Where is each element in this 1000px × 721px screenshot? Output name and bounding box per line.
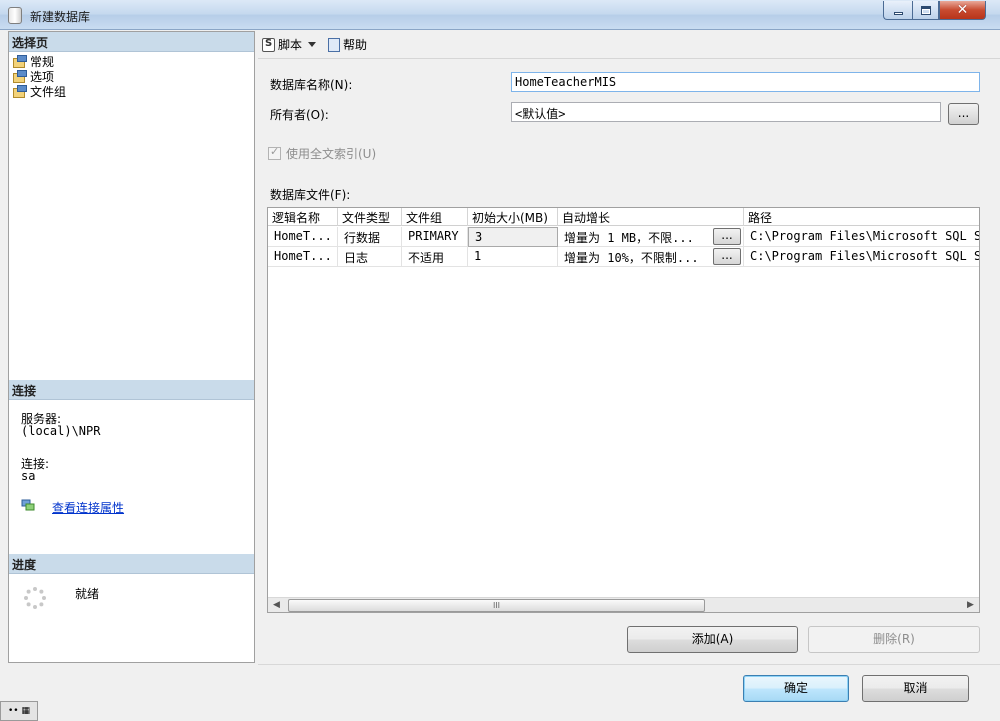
add-button[interactable]: 添加(A) — [627, 626, 798, 653]
remove-button[interactable]: 删除(R) — [808, 626, 980, 653]
progress-spinner-icon — [24, 587, 46, 609]
grid-header: 逻辑名称 文件类型 文件组 初始大小(MB) 自动增长 路径 — [268, 208, 979, 226]
db-files-grid[interactable]: 逻辑名称 文件类型 文件组 初始大小(MB) 自动增长 路径 HomeT... … — [267, 207, 980, 613]
help-button[interactable]: 帮助 — [328, 36, 367, 53]
server-value: (local)\NPR — [21, 424, 101, 438]
database-icon — [8, 7, 22, 24]
progress-header: 进度 — [9, 554, 254, 574]
column-header[interactable]: 文件组 — [402, 208, 468, 226]
column-header[interactable]: 路径 — [744, 208, 979, 226]
column-header[interactable]: 文件类型 — [338, 208, 402, 226]
script-button[interactable]: 脚本 — [262, 36, 320, 53]
ok-button[interactable]: 确定 — [743, 675, 849, 702]
connection-header: 连接 — [9, 380, 254, 400]
resize-grip-icon[interactable]: •• ▦ — [0, 701, 38, 721]
window-title: 新建数据库 — [30, 10, 91, 24]
select-page-header: 选择页 — [9, 32, 254, 52]
help-icon — [328, 37, 341, 52]
owner-browse-button[interactable]: ... — [948, 103, 979, 125]
connection-properties-icon — [21, 499, 35, 511]
fulltext-checkbox-row: 使用全文索引(U) — [268, 145, 376, 162]
owner-label: 所有者(O): — [270, 108, 329, 122]
close-button[interactable]: ✕ — [939, 1, 986, 20]
minimize-button[interactable] — [883, 1, 912, 20]
initial-size-input[interactable]: 3 — [468, 227, 558, 247]
column-header[interactable]: 初始大小(MB) — [468, 208, 558, 226]
fulltext-label: 使用全文索引(U) — [286, 147, 377, 161]
left-pane: 选择页 常规 选项 文件组 连接 服务器: (local)\NPR 连接: sa… — [8, 31, 255, 663]
maximize-button[interactable] — [912, 1, 939, 20]
page-icon — [13, 70, 27, 83]
nav-item-label: 文件组 — [30, 84, 67, 99]
scroll-left-icon[interactable]: ◀ — [268, 598, 285, 612]
nav-item-filegroups[interactable]: 文件组 — [13, 83, 66, 99]
grid-cell[interactable]: 不适用 — [402, 247, 468, 267]
grid-cell[interactable]: 1 — [468, 247, 558, 267]
page-icon — [13, 85, 27, 98]
script-label: 脚本 — [278, 38, 303, 52]
db-files-label: 数据库文件(F): — [270, 188, 351, 202]
maximize-icon — [920, 5, 931, 15]
page-icon — [13, 55, 27, 68]
divider — [258, 664, 1000, 665]
grid-cell[interactable]: PRIMARY — [402, 227, 468, 247]
db-name-input[interactable]: HomeTeacherMIS — [511, 72, 980, 92]
table-row[interactable]: HomeT... 日志 不适用 1 增量为 10%，不限制... ... C:\… — [268, 247, 979, 267]
grid-cell[interactable]: 日志 — [338, 247, 402, 267]
autogrowth-edit-button[interactable]: ... — [713, 248, 741, 265]
scroll-right-icon[interactable]: ▶ — [962, 598, 979, 612]
progress-status: 就绪 — [75, 587, 100, 601]
grid-cell[interactable]: HomeT... — [268, 227, 338, 247]
chevron-down-icon[interactable] — [308, 42, 317, 47]
cancel-button[interactable]: 取消 — [862, 675, 969, 702]
minimize-icon — [893, 12, 903, 15]
autogrowth-edit-button[interactable]: ... — [713, 228, 741, 245]
table-row[interactable]: HomeT... 行数据 PRIMARY 3 增量为 1 MB，不限... ..… — [268, 227, 979, 247]
script-icon — [262, 37, 275, 52]
scroll-thumb[interactable]: III — [288, 599, 705, 612]
connection-value: sa — [21, 469, 36, 483]
help-label: 帮助 — [343, 38, 368, 52]
grid-cell[interactable]: 行数据 — [338, 227, 402, 247]
grid-cell[interactable]: C:\Program Files\Microsoft SQL Server — [744, 247, 979, 267]
close-icon: ✕ — [956, 2, 969, 18]
toolbar: 脚本 帮助 — [258, 31, 1000, 59]
column-header[interactable]: 自动增长 — [558, 208, 744, 226]
fulltext-checkbox — [268, 145, 281, 160]
grid-cell[interactable]: C:\Program Files\Microsoft SQL Server — [744, 227, 979, 247]
title-bar: 新建数据库 ✕ — [0, 0, 1000, 30]
owner-input[interactable]: <默认值> — [511, 102, 941, 122]
horizontal-scrollbar[interactable]: ◀ III ▶ — [268, 597, 979, 612]
grid-cell[interactable]: HomeT... — [268, 247, 338, 267]
db-name-label: 数据库名称(N): — [270, 78, 353, 92]
column-header[interactable]: 逻辑名称 — [268, 208, 338, 226]
view-connection-properties-link[interactable]: 查看连接属性 — [52, 499, 124, 516]
